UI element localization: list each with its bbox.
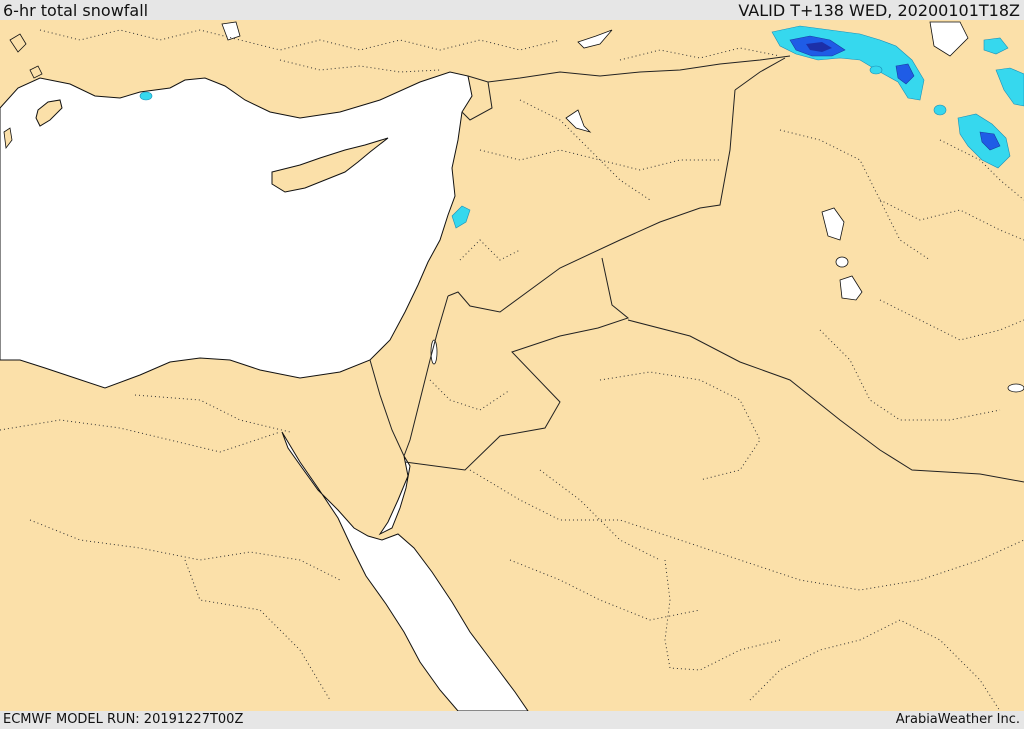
iraq-lake [835,256,849,268]
footer-bar: ECMWF MODEL RUN: 20191227T00Z ArabiaWeat… [0,711,1024,729]
credit-label: ArabiaWeather Inc. [895,712,1020,727]
caspian-bay [1007,383,1024,393]
snow-light [869,65,883,75]
map-canvas [0,20,1024,711]
valid-time: VALID T+138 WED, 20200101T18Z [738,1,1020,20]
map-title: 6-hr total snowfall [3,1,149,20]
snow-light [139,91,153,101]
model-run-label: ECMWF MODEL RUN: 20191227T00Z [3,712,244,727]
header-bar: 6-hr total snowfall VALID T+138 WED, 202… [0,0,1024,20]
map-area [0,20,1024,711]
snow-light [933,104,947,116]
